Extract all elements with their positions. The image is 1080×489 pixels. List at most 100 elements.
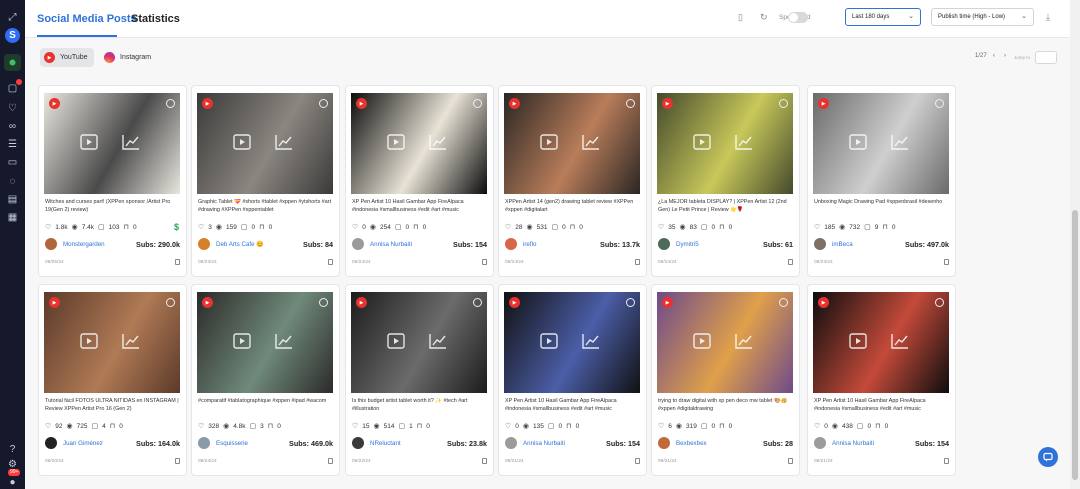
avatar[interactable] [198,238,210,250]
link-icon[interactable]: ∞ [5,120,20,133]
post-card[interactable]: ▶ XP Pen Artist 10 Hasil Gambar App Fire… [345,85,494,277]
select-checkbox[interactable] [779,99,788,108]
select-checkbox[interactable] [319,99,328,108]
select-checkbox[interactable] [166,99,175,108]
post-thumbnail[interactable]: ▶ [351,93,487,194]
copy-icon[interactable] [788,259,793,265]
trend-chart-icon[interactable] [733,131,755,153]
avatar[interactable] [352,437,364,449]
trend-chart-icon[interactable] [889,330,911,352]
play-icon[interactable] [847,330,869,352]
avatar[interactable] [505,437,517,449]
post-card[interactable]: ▶ Witches and curses part! (XPPen sponso… [38,85,187,277]
author-name[interactable]: Esquisserie [216,440,248,447]
author-name[interactable]: ireflo [523,241,536,248]
avatar[interactable] [658,238,670,250]
play-icon[interactable] [78,330,100,352]
calendar-icon[interactable]: ▦ [5,211,20,224]
author-name[interactable]: NReluctant [370,440,401,447]
post-card[interactable]: ▶ Is this budget artist tablet worth it?… [345,284,494,476]
logo-icon[interactable]: S [5,28,20,43]
sponsored-toggle[interactable] [788,12,808,23]
play-icon[interactable] [538,131,560,153]
trend-chart-icon[interactable] [580,330,602,352]
refresh-icon[interactable]: ↻ [760,12,768,23]
folder-icon[interactable]: ▭ [5,156,20,169]
play-icon[interactable] [78,131,100,153]
post-thumbnail[interactable]: ▶ [44,292,180,393]
play-icon[interactable] [691,131,713,153]
copy-icon[interactable] [482,458,487,464]
expand-icon[interactable]: ⤢ [5,11,20,24]
post-card[interactable]: ▶ XPPen Artist 14 (gen2) drawing tablet … [498,85,647,277]
select-checkbox[interactable] [779,298,788,307]
copy-icon[interactable] [944,458,949,464]
post-thumbnail[interactable]: ▶ [813,93,949,194]
post-thumbnail[interactable]: ▶ [504,93,640,194]
select-checkbox[interactable] [626,99,635,108]
copy-icon[interactable] [175,458,180,464]
copy-icon[interactable] [328,458,333,464]
chat-button[interactable] [1038,447,1058,467]
list-icon[interactable]: ☰ [5,138,20,151]
post-thumbnail[interactable]: ▶ [197,93,333,194]
author-name[interactable]: imBeca [832,241,853,248]
play-icon[interactable] [385,330,407,352]
copy-icon[interactable] [482,259,487,265]
post-card[interactable]: ▶ trying to draw digital with xp pen dec… [651,284,800,476]
collaborators-icon[interactable] [4,54,21,71]
trend-chart-icon[interactable] [273,131,295,153]
post-thumbnail[interactable]: ▶ [657,292,793,393]
copy-icon[interactable] [944,259,949,265]
prev-page-icon[interactable]: ‹ [993,53,995,59]
select-checkbox[interactable] [473,298,482,307]
avatar[interactable] [505,238,517,250]
select-checkbox[interactable] [626,298,635,307]
scrollbar-thumb[interactable] [1072,210,1078,480]
copy-icon[interactable] [175,259,180,265]
copy-icon[interactable] [328,259,333,265]
select-checkbox[interactable] [473,99,482,108]
play-icon[interactable] [691,330,713,352]
avatar[interactable] [198,437,210,449]
heart-icon[interactable]: ♡ [5,102,20,115]
author-name[interactable]: Deb Arts Cafe 😊 [216,240,264,248]
post-thumbnail[interactable]: ▶ [657,93,793,194]
trend-chart-icon[interactable] [120,330,142,352]
select-checkbox[interactable] [935,99,944,108]
post-card[interactable]: ▶ ¿La MEJOR tableta DISPLAY? | XPPen Art… [651,85,800,277]
author-name[interactable]: Bexbexbex [676,440,707,447]
post-card[interactable]: ▶ Unboxing Magic Drawing Pad #xppenbrasi… [807,85,956,277]
post-card[interactable]: ▶ XP Pen Artist 10 Hasil Gambar App Fire… [498,284,647,476]
post-thumbnail[interactable]: ▶ [351,292,487,393]
avatar[interactable] [352,238,364,250]
author-name[interactable]: Annisa Nurbaiti [370,241,412,248]
trend-chart-icon[interactable] [427,330,449,352]
user-icon[interactable]: ● [5,476,20,489]
archive-icon[interactable]: ▤ [5,193,20,206]
play-icon[interactable] [538,330,560,352]
play-icon[interactable] [231,131,253,153]
next-page-icon[interactable]: › [1004,53,1006,59]
post-card[interactable]: ▶ XP Pen Artist 10 Hasil Gambar App Fire… [807,284,956,476]
platform-instagram[interactable]: Instagram [100,48,157,67]
post-thumbnail[interactable]: ▶ [197,292,333,393]
author-name[interactable]: Annisa Nurbaiti [523,440,565,447]
avatar[interactable] [658,437,670,449]
post-card[interactable]: ▶ #comparatif #tablatographique #xppen #… [191,284,340,476]
lightbulb-icon[interactable]: ◌ [5,175,20,188]
trend-chart-icon[interactable] [427,131,449,153]
trend-chart-icon[interactable] [273,330,295,352]
tab-social-media-posts[interactable]: Social Media Posts [37,13,137,25]
trend-chart-icon[interactable] [120,131,142,153]
trend-chart-icon[interactable] [889,131,911,153]
avatar[interactable] [45,238,57,250]
post-card[interactable]: ▶ Graphic Tablet 💝 #shorts #tablet #xppe… [191,85,340,277]
goto-page-input[interactable] [1035,51,1057,64]
post-thumbnail[interactable]: ▶ [44,93,180,194]
select-checkbox[interactable] [319,298,328,307]
copy-icon[interactable] [788,458,793,464]
avatar[interactable] [814,238,826,250]
play-icon[interactable] [847,131,869,153]
post-thumbnail[interactable]: ▶ [504,292,640,393]
